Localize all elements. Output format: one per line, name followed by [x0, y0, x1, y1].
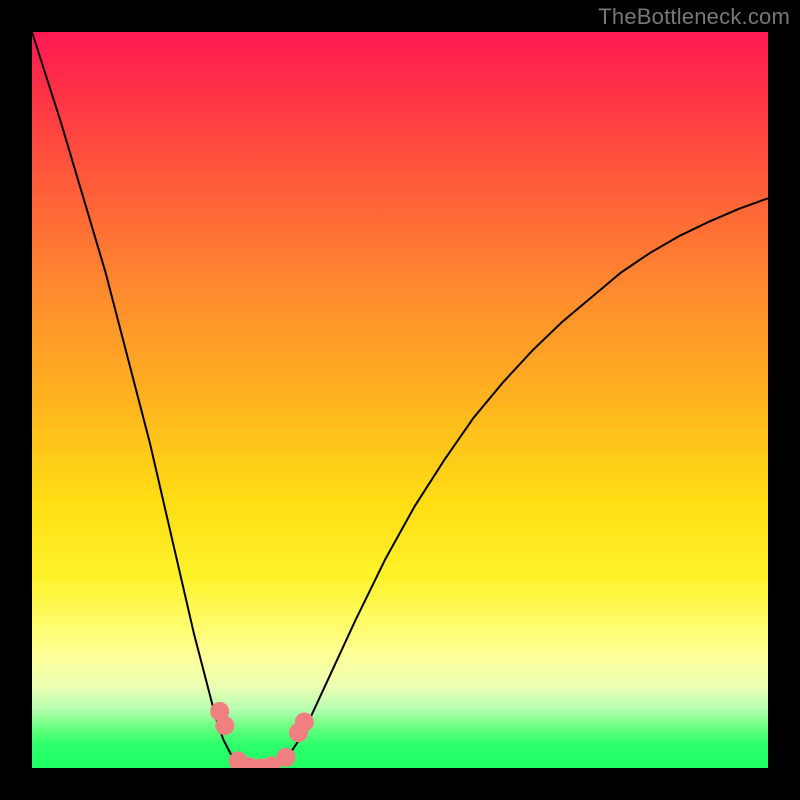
- gradient-background: [32, 32, 768, 768]
- watermark-text: TheBottleneck.com: [598, 4, 790, 30]
- plot-area: [32, 32, 768, 768]
- chart-frame: TheBottleneck.com: [0, 0, 800, 800]
